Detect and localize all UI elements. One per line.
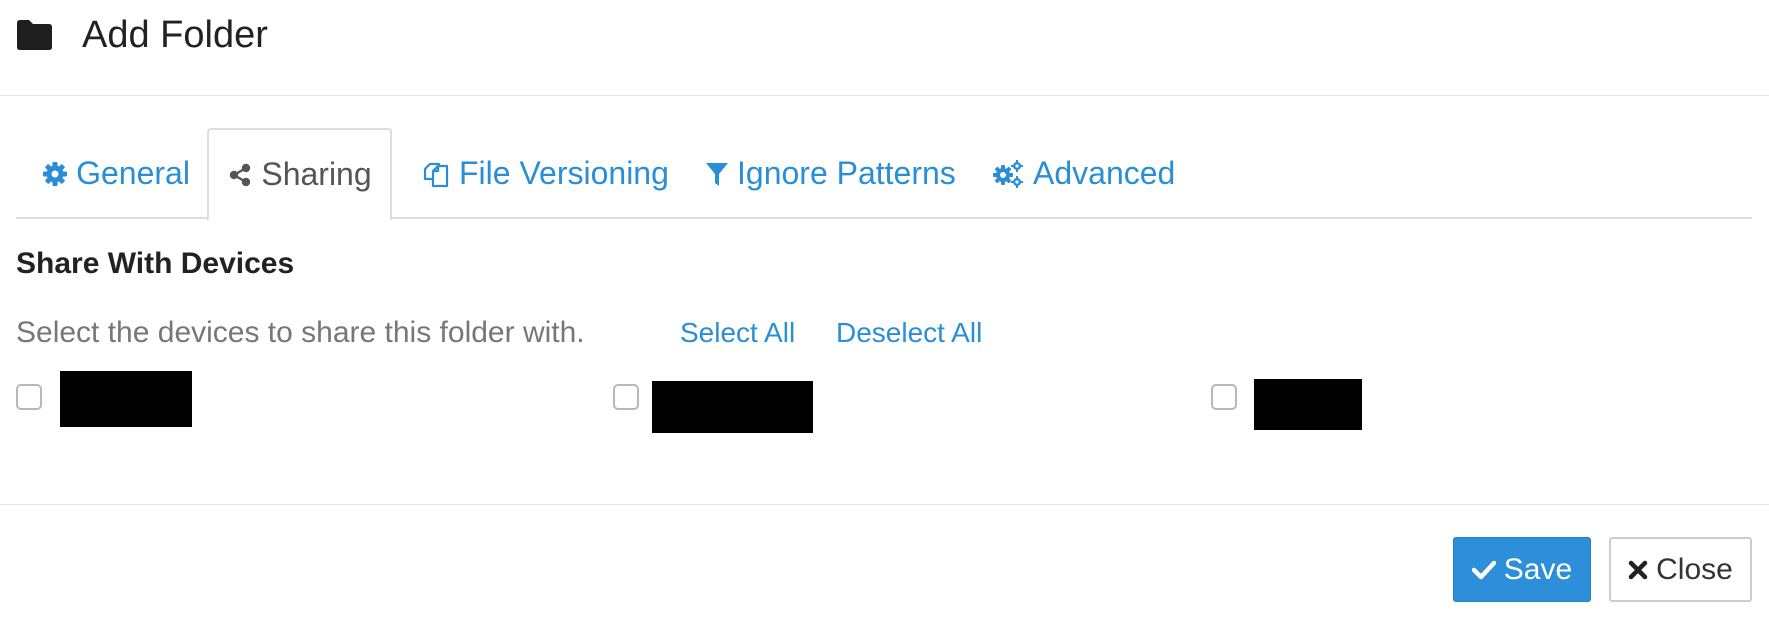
deselect-all-link[interactable]: Deselect All	[836, 313, 982, 353]
tab-advanced-label: Advanced	[1033, 155, 1176, 191]
tab-file-versioning-label: File Versioning	[459, 155, 669, 191]
device-checkbox[interactable]	[1211, 384, 1237, 410]
copy-icon	[423, 162, 449, 187]
share-icon	[230, 163, 251, 186]
modal-title: Add Folder	[82, 14, 268, 56]
device-item[interactable]	[16, 371, 596, 431]
folder-icon	[17, 20, 52, 50]
section-title: Share With Devices	[16, 247, 295, 280]
footer-divider	[0, 504, 1769, 505]
device-checkbox[interactable]	[613, 384, 639, 410]
device-name-redacted	[652, 381, 813, 433]
gear-icon	[43, 161, 68, 186]
tab-ignore-patterns[interactable]: Ignore Patterns	[705, 128, 956, 219]
save-button[interactable]: Save	[1453, 537, 1591, 602]
close-button-label: Close	[1656, 552, 1733, 586]
check-icon	[1471, 560, 1496, 579]
tab-sharing-label: Sharing	[261, 156, 372, 192]
device-checkbox[interactable]	[16, 384, 42, 410]
tab-ignore-patterns-label: Ignore Patterns	[737, 155, 956, 191]
device-item[interactable]	[613, 371, 1193, 433]
tab-general[interactable]: General	[26, 128, 206, 219]
tab-bar: General Sharing File Versioning Ignore P…	[16, 128, 1752, 221]
save-button-label: Save	[1503, 552, 1573, 586]
tab-advanced[interactable]: Advanced	[991, 128, 1191, 219]
tab-file-versioning[interactable]: File Versioning	[421, 128, 669, 219]
tab-sharing[interactable]: Sharing	[207, 128, 392, 221]
tab-general-label: General	[76, 155, 190, 191]
device-name-redacted	[1254, 379, 1362, 430]
select-all-link[interactable]: Select All	[680, 313, 795, 353]
device-item[interactable]	[1211, 371, 1751, 431]
help-text: Select the devices to share this folder …	[16, 316, 585, 349]
gears-icon	[993, 159, 1023, 188]
device-name-redacted	[60, 371, 192, 427]
modal-header: Add Folder	[0, 0, 1769, 96]
close-button[interactable]: Close	[1609, 537, 1752, 602]
close-icon	[1628, 560, 1648, 579]
filter-icon	[706, 162, 728, 186]
